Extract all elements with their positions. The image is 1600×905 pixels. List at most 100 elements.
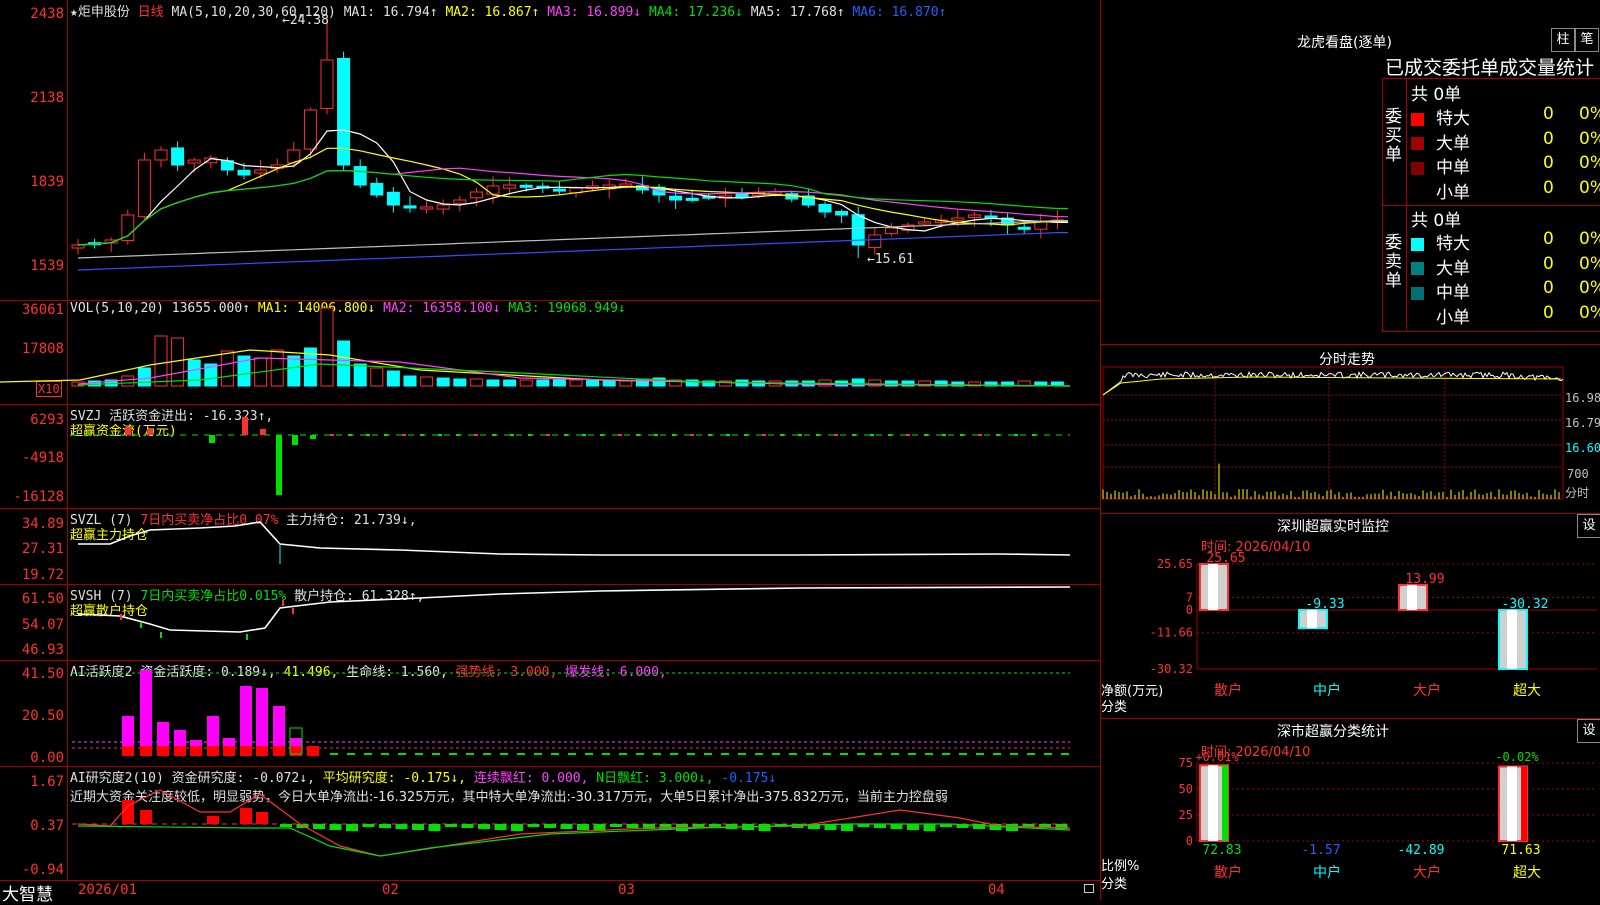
mon-ytick: -11.66 xyxy=(1150,626,1193,640)
candle-body xyxy=(370,182,384,196)
volume-bar xyxy=(187,359,201,387)
order-stat-row: 大单 0 0% xyxy=(1411,129,1600,154)
tick-mode-button[interactable]: 笔 xyxy=(1575,28,1599,52)
order-percent: 0% xyxy=(1579,177,1600,198)
candle-body xyxy=(951,217,965,221)
sell-total: 共 0单 xyxy=(1411,211,1462,231)
candle-body xyxy=(619,183,633,187)
activity-base xyxy=(140,746,152,756)
svzj-chart[interactable] xyxy=(0,404,1100,508)
candle-body xyxy=(171,147,185,166)
classify-xlabel: 分类 xyxy=(1101,877,1128,892)
order-percent: 0% xyxy=(1579,229,1600,249)
candle-body xyxy=(403,205,417,209)
classify-panel[interactable]: 深市超赢分类统计 设 时间: 2026/04/10 75 50 25 0 +0.01% -… xyxy=(1100,719,1600,900)
classify-chart[interactable]: 75 50 25 0 +0.01% -0.02% 72.83 散户 -1.57 中户 -42.89 大… xyxy=(1101,719,1600,900)
research-bar xyxy=(362,824,375,827)
timeshare-panel[interactable]: 分时走势 16.98 16.79 16.60 700 分时 xyxy=(1100,345,1600,514)
order-stat-row: 中单 0 0% xyxy=(1411,153,1600,178)
monitor-panel[interactable]: 深圳超赢实时监控 设 时间: 2026/04/10 25.65 7 0 -11.66-… xyxy=(1100,514,1600,719)
flow-tick xyxy=(420,434,424,436)
volume-bar xyxy=(436,377,450,387)
activity-tick xyxy=(636,753,644,755)
bar-mode-button[interactable]: 柱 xyxy=(1551,28,1575,52)
ai-research-pane[interactable]: 1.67 0.37 -0.94 AI研究度2(10) 资金研究度: -0.072… xyxy=(0,766,1100,881)
volume-bar xyxy=(586,379,600,387)
research-bar xyxy=(907,824,919,830)
research-bar xyxy=(395,824,408,829)
activity-tick xyxy=(738,753,746,755)
flow-tick xyxy=(348,434,352,436)
order-type: 小单 xyxy=(1436,182,1470,203)
retail-line xyxy=(77,586,1071,633)
activity-tick xyxy=(415,753,423,755)
activity-tick xyxy=(330,753,338,755)
order-type: 特大 xyxy=(1436,109,1470,129)
flow-tick xyxy=(780,434,784,436)
activity-tick xyxy=(772,753,780,755)
monitor-chart[interactable]: 25.6570-11.66-30.3225.65散户-9.33中户13.99大户… xyxy=(1101,514,1600,718)
volume-chart[interactable] xyxy=(0,300,1100,404)
flow-tick xyxy=(888,434,892,436)
dragon-title: 龙虎看盘(逐单) xyxy=(1297,35,1392,51)
candle-body xyxy=(519,184,533,188)
svzl-chart[interactable] xyxy=(0,508,1100,584)
ai-activity-pane[interactable]: 41.50 20.50 0.00 AI活跃度2 资金活跃度: 0.189↓, 4… xyxy=(0,660,1100,767)
ts-price-line xyxy=(1102,370,1564,396)
volume-bar xyxy=(519,379,533,387)
activity-tick xyxy=(432,753,440,755)
ts-vol-label: 700 xyxy=(1567,467,1589,481)
flow-tick xyxy=(834,434,838,436)
candle-body xyxy=(1034,221,1048,230)
research-bar xyxy=(692,824,705,827)
volume-pane[interactable]: 36061 17808 X10 VOL(5,10,20) 13655.000↑ … xyxy=(0,300,1100,405)
candle-body xyxy=(1017,226,1031,230)
activity-base xyxy=(273,746,285,756)
volume-bar xyxy=(469,378,483,387)
legend-swatch xyxy=(1411,262,1424,275)
cls-ytick: 0 xyxy=(1186,834,1193,848)
volume-bar xyxy=(287,355,301,387)
candlestick-chart[interactable] xyxy=(0,0,1100,300)
flow-tick xyxy=(690,434,694,436)
cls-bottom-value: 72.83 xyxy=(1202,843,1241,858)
research-bar xyxy=(280,824,292,827)
volume-bar xyxy=(386,370,400,387)
flow-tick xyxy=(1014,434,1018,436)
svzj-pane[interactable]: 6293 -4918 -16128 SVZJ 活跃资金进出: -16.323↑,… xyxy=(0,404,1100,509)
svsh-pane[interactable]: 61.50 54.07 46.93 SVSH (7) 7日内买卖净占比0.015… xyxy=(0,584,1100,661)
svsh-chart[interactable] xyxy=(0,584,1100,660)
flow-tick xyxy=(924,434,928,436)
research-bar xyxy=(494,824,507,830)
ai-research-chart[interactable] xyxy=(0,766,1100,880)
mon-ytick: -30.32 xyxy=(1150,662,1193,676)
volume-bar xyxy=(154,335,168,387)
candle-body xyxy=(453,199,467,205)
order-count: 0 xyxy=(1543,229,1554,249)
activity-tick xyxy=(585,753,593,755)
volume-bar xyxy=(503,379,517,387)
activity-bar xyxy=(256,688,268,756)
ai-activity-chart[interactable] xyxy=(0,660,1100,766)
timeshare-chart[interactable] xyxy=(1101,345,1600,513)
flow-bar xyxy=(242,417,248,435)
ma-line-4 xyxy=(77,169,1068,246)
svzl-pane[interactable]: 34.89 27.31 19.72 SVZL (7) 7日内买卖净占比0.07%… xyxy=(0,508,1100,585)
candle-body xyxy=(469,191,483,199)
flow-tick xyxy=(852,434,856,436)
kline-pane[interactable]: 2438 2138 1839 1539 ★炬申股份 日线 MA(5,10,20,… xyxy=(0,0,1100,301)
ts-avg-line xyxy=(1102,376,1562,396)
mon-bar-shine xyxy=(1507,610,1517,669)
research-bar xyxy=(560,824,573,829)
cls-bottom-value: -42.89 xyxy=(1398,843,1445,858)
flow-tick xyxy=(1032,434,1036,436)
activity-tick xyxy=(534,753,542,755)
mon-bar-shine xyxy=(1208,564,1218,610)
lock-icon[interactable] xyxy=(1084,884,1094,893)
flow-tick xyxy=(456,434,460,436)
order-percent: 0% xyxy=(1579,253,1600,274)
order-stat-row: 小单 0 0% xyxy=(1411,303,1600,328)
order-type: 中单 xyxy=(1436,283,1470,303)
activity-tick xyxy=(976,753,984,755)
legend-swatch xyxy=(1411,311,1424,324)
